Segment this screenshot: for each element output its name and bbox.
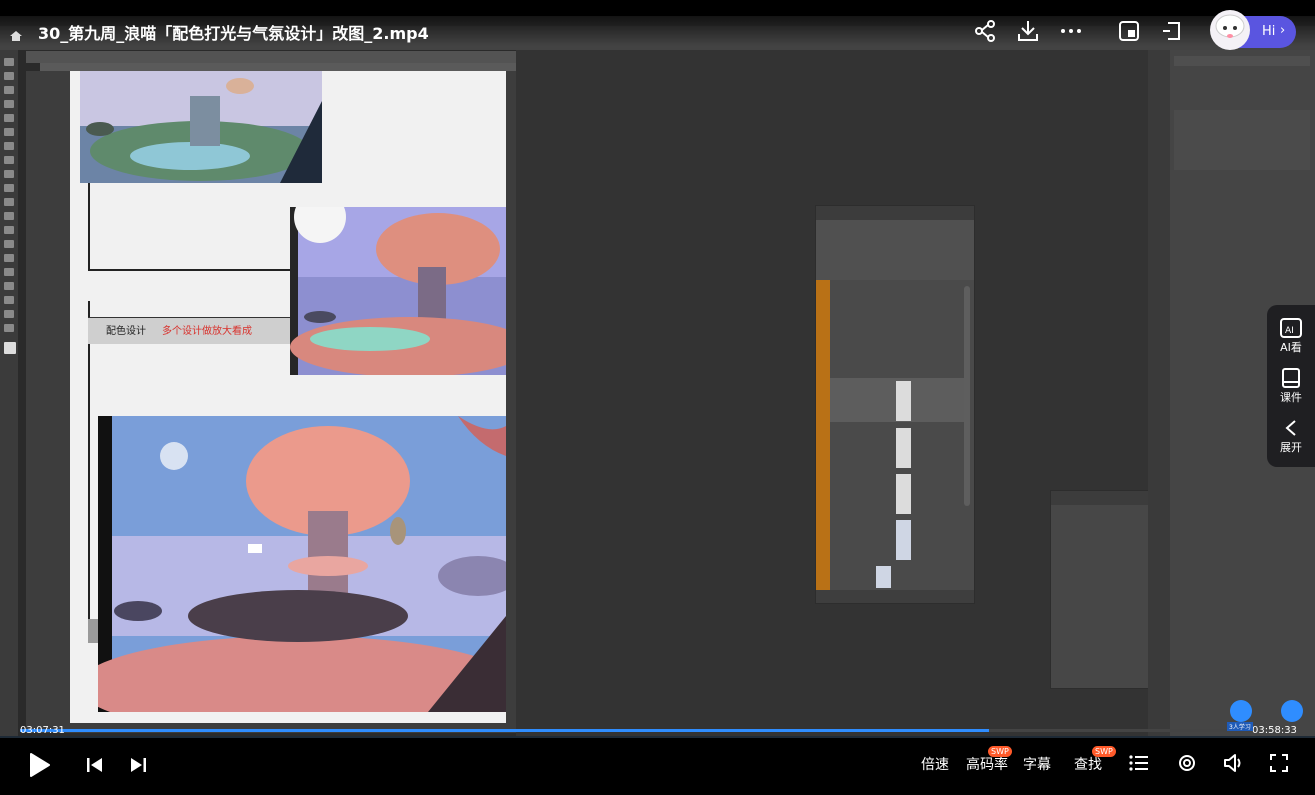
total-time: 03:58:33 <box>1252 725 1297 736</box>
playlist-icon[interactable] <box>1129 754 1149 772</box>
expand-button[interactable]: 展开 <box>1267 417 1315 455</box>
assistant-avatar <box>1210 10 1250 50</box>
courseware-label: 课件 <box>1280 391 1302 404</box>
float-window-icon[interactable] <box>1160 18 1186 44</box>
play-icon[interactable] <box>28 752 52 778</box>
fullscreen-icon[interactable] <box>1269 753 1289 773</box>
assistant-label: Hi <box>1262 24 1276 39</box>
painting-thumbnail-2 <box>290 207 506 375</box>
ai-watch-label: AI看 <box>1280 341 1302 354</box>
painting-thumbnail-1 <box>80 71 322 183</box>
player-controls <box>0 738 1315 795</box>
download-icon[interactable] <box>1015 18 1041 44</box>
chevron-right-icon: › <box>1280 23 1286 38</box>
bitrate-button[interactable]: 高码率 <box>966 754 1008 774</box>
search-button[interactable]: 查找 <box>1074 754 1102 774</box>
hand-icon[interactable] <box>1230 700 1252 722</box>
swp-badge-2: SWP <box>1092 746 1116 757</box>
expand-label: 展开 <box>1280 441 1302 454</box>
progress-fill <box>20 729 989 732</box>
video-frame[interactable]: 配色设计 多个设计做放大看成 <box>0 16 1315 738</box>
side-panel: AI AI看 课件 展开 <box>1267 305 1315 467</box>
more-icon[interactable] <box>1058 18 1084 44</box>
previous-icon[interactable] <box>86 756 104 774</box>
artboard: 配色设计 多个设计做放大看成 <box>70 71 506 723</box>
ai-watch-button[interactable]: AI AI看 <box>1267 317 1315 355</box>
current-time: 03:07:31 <box>20 725 65 736</box>
ai-icon: AI <box>1280 318 1302 338</box>
layers-panel[interactable] <box>815 205 975 604</box>
subtitle-button[interactable]: 字幕 <box>1023 754 1051 774</box>
swp-badge: SWP <box>988 746 1012 757</box>
ps-toolbar <box>0 50 18 738</box>
annotation-note: 多个设计做放大看成 <box>162 326 252 337</box>
next-icon[interactable] <box>129 756 147 774</box>
book-icon <box>1282 368 1300 388</box>
annotation-heading: 配色设计 <box>106 326 146 337</box>
svg-text:AI: AI <box>1285 326 1294 336</box>
chevron-left-icon <box>1285 420 1296 436</box>
video-title: 30_第九周_浪喵「配色打光与气氛设计」改图_2.mp4 <box>38 24 429 43</box>
document-tab[interactable] <box>26 51 516 63</box>
painting-main <box>98 416 506 712</box>
settings-icon[interactable] <box>1177 753 1197 773</box>
assistant-button[interactable]: Hi › <box>1210 10 1296 50</box>
chat-icon[interactable] <box>1281 700 1303 722</box>
home-icon[interactable] <box>10 31 22 41</box>
viewers-label: 3人学习 <box>1227 722 1253 731</box>
volume-icon[interactable] <box>1223 753 1245 773</box>
speed-button[interactable]: 倍速 <box>921 754 949 774</box>
ps-right-dock <box>1148 50 1170 738</box>
courseware-button[interactable]: 课件 <box>1267 367 1315 405</box>
ruler <box>40 63 516 71</box>
picture-in-picture-icon[interactable] <box>1116 18 1142 44</box>
share-icon[interactable] <box>972 18 998 44</box>
